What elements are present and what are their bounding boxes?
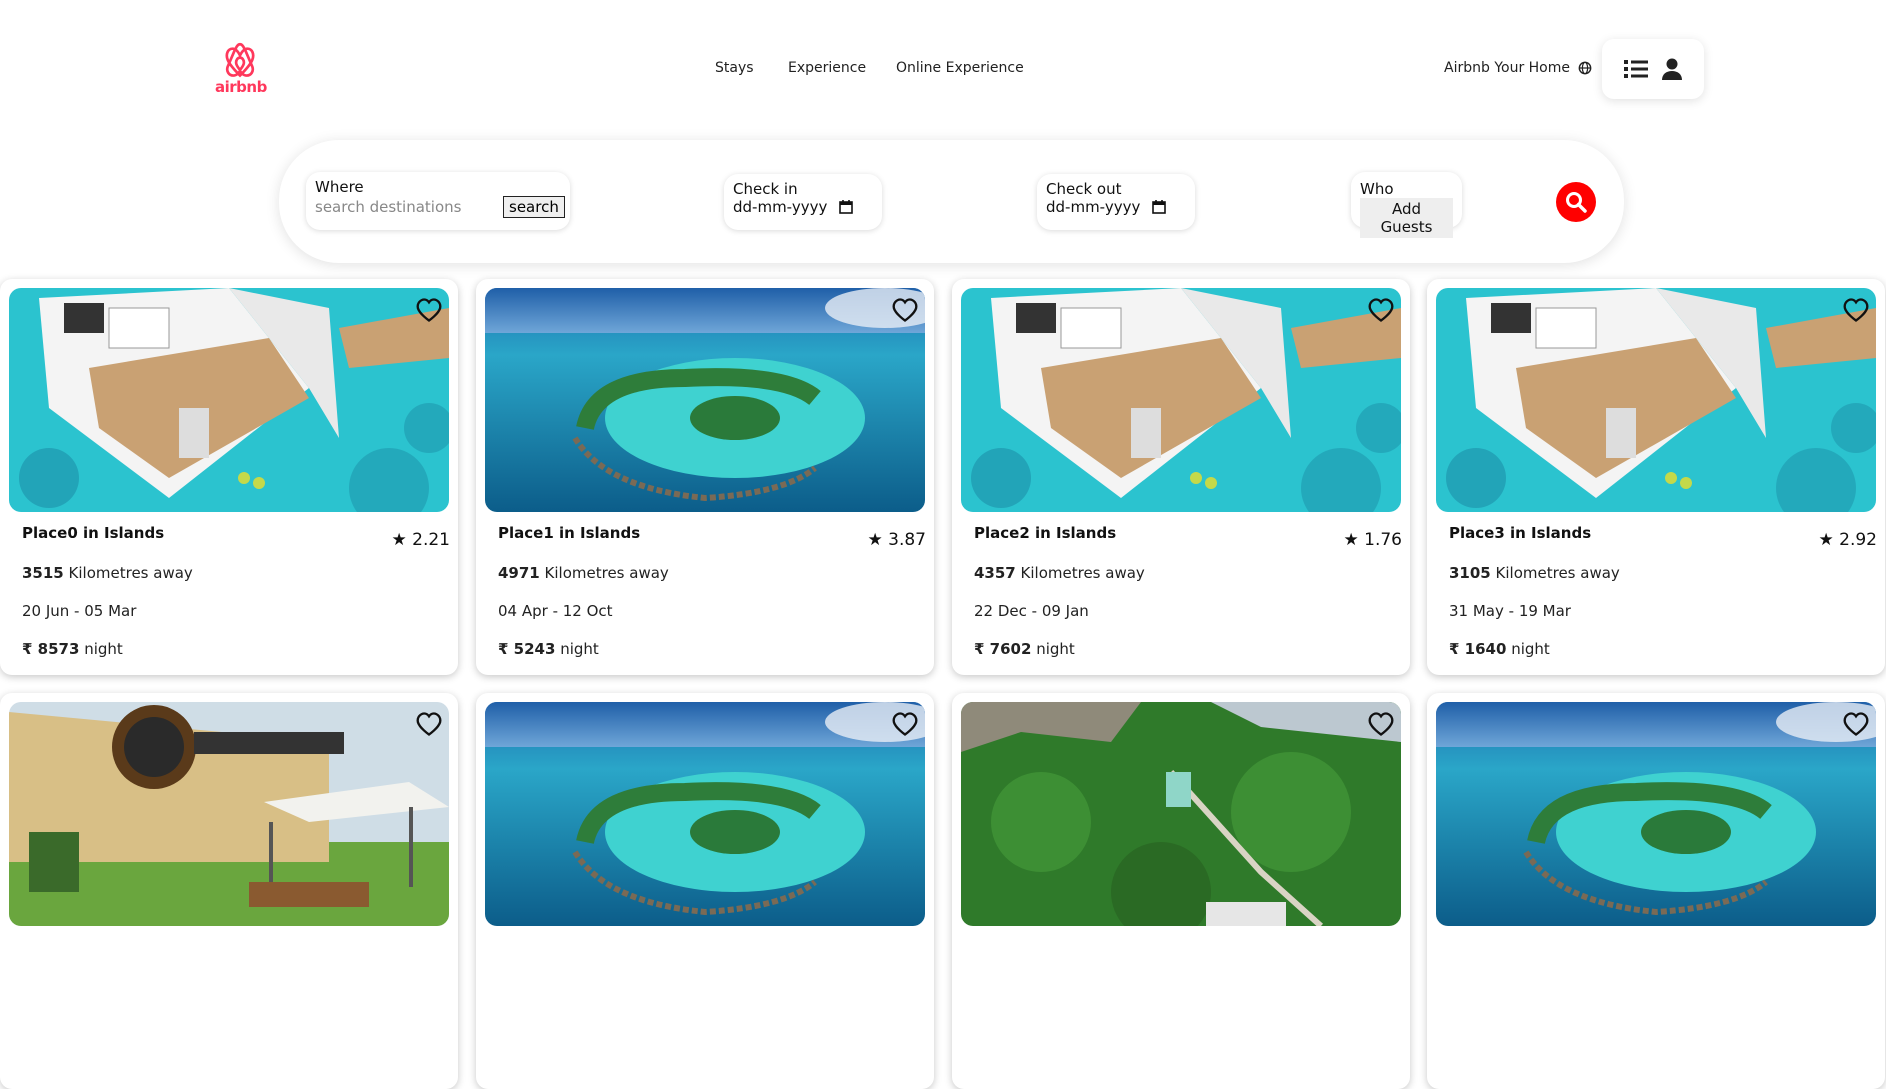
listing-card-3[interactable]: Place3 in Islands ★ 2.92 3105 Kilometres… <box>1427 279 1885 675</box>
listing-price: ₹ 8573 night <box>22 640 123 658</box>
listing-card-1[interactable]: Place1 in Islands ★ 3.87 4971 Kilometres… <box>476 279 934 675</box>
checkout-value: dd-mm-yyyy <box>1046 198 1141 216</box>
listing-image[interactable] <box>9 288 449 512</box>
listing-rating: ★ 1.76 <box>1343 530 1403 550</box>
listing-title: Place1 in Islands <box>498 524 641 542</box>
header: airbnb Stays Experience Online Experienc… <box>0 0 1886 140</box>
add-guests-button[interactable]: Add Guests <box>1360 198 1453 238</box>
listing-title: Place2 in Islands <box>974 524 1117 542</box>
user-icon <box>1662 58 1682 80</box>
listing-price: ₹ 5243 night <box>498 640 599 658</box>
listing-image[interactable] <box>961 702 1401 926</box>
host-label: Airbnb Your Home <box>1444 60 1570 76</box>
globe-icon <box>1578 61 1592 75</box>
search-icon <box>1566 192 1587 213</box>
nav-experience[interactable]: Experience <box>788 60 866 76</box>
listing-price: ₹ 1640 night <box>1449 640 1550 658</box>
listing-distance: 4357 Kilometres away <box>974 564 1145 582</box>
listing-rating: ★ 2.92 <box>1818 530 1878 550</box>
checkout-label: Check out <box>1046 180 1122 198</box>
listing-image[interactable] <box>961 288 1401 512</box>
where-field[interactable]: Where search <box>306 172 570 230</box>
listing-dates: 22 Dec - 09 Jan <box>974 602 1089 620</box>
listing-rating: ★ 2.21 <box>391 530 451 550</box>
listing-title: Place0 in Islands <box>22 524 165 542</box>
host-link[interactable]: Airbnb Your Home <box>1444 60 1592 76</box>
nav-stays[interactable]: Stays <box>715 60 754 76</box>
listing-distance: 3105 Kilometres away <box>1449 564 1620 582</box>
listing-card-7[interactable] <box>1427 693 1885 1089</box>
calendar-icon[interactable] <box>1152 200 1167 214</box>
who-label: Who <box>1360 180 1394 198</box>
checkout-field[interactable]: Check out dd-mm-yyyy <box>1037 174 1195 230</box>
listing-card-4[interactable] <box>0 693 458 1089</box>
listing-image[interactable] <box>485 702 925 926</box>
listing-dates: 20 Jun - 05 Mar <box>22 602 137 620</box>
listing-title: Place3 in Islands <box>1449 524 1592 542</box>
heart-icon[interactable] <box>1367 710 1395 738</box>
listing-distance: 3515 Kilometres away <box>22 564 193 582</box>
user-menu-button[interactable] <box>1602 39 1704 99</box>
heart-icon[interactable] <box>891 296 919 324</box>
listing-price: ₹ 7602 night <box>974 640 1075 658</box>
heart-icon[interactable] <box>891 710 919 738</box>
who-field[interactable]: Who Add Guests <box>1351 172 1462 238</box>
listing-dates: 31 May - 19 Mar <box>1449 602 1571 620</box>
listing-image[interactable] <box>485 288 925 512</box>
airbnb-logo[interactable]: airbnb <box>215 42 267 98</box>
heart-icon[interactable] <box>1842 710 1870 738</box>
heart-icon[interactable] <box>415 296 443 324</box>
listing-card-2[interactable]: Place2 in Islands ★ 1.76 4357 Kilometres… <box>952 279 1410 675</box>
listing-rating: ★ 3.87 <box>867 530 927 550</box>
listing-card-0[interactable]: Place0 in Islands ★ 2.21 3515 Kilometres… <box>0 279 458 675</box>
heart-icon[interactable] <box>415 710 443 738</box>
calendar-icon[interactable] <box>839 200 854 214</box>
logo-text: airbnb <box>215 78 267 96</box>
listing-distance: 4971 Kilometres away <box>498 564 669 582</box>
listing-image[interactable] <box>1436 702 1876 926</box>
heart-icon[interactable] <box>1842 296 1870 324</box>
listing-image[interactable] <box>1436 288 1876 512</box>
search-button[interactable] <box>1556 182 1596 222</box>
airbnb-logo-icon <box>225 42 255 78</box>
listing-dates: 04 Apr - 12 Oct <box>498 602 613 620</box>
listing-card-5[interactable] <box>476 693 934 1089</box>
nav-online-experience[interactable]: Online Experience <box>896 60 1024 76</box>
heart-icon[interactable] <box>1367 296 1395 324</box>
checkin-label: Check in <box>733 180 798 198</box>
listing-card-6[interactable] <box>952 693 1410 1089</box>
listing-image[interactable] <box>9 702 449 926</box>
list-icon <box>1624 60 1648 78</box>
checkin-value: dd-mm-yyyy <box>733 198 828 216</box>
where-search-button[interactable]: search <box>503 196 565 218</box>
where-label: Where <box>315 178 364 196</box>
search-destinations-input[interactable] <box>315 198 495 216</box>
checkin-field[interactable]: Check in dd-mm-yyyy <box>724 174 882 230</box>
